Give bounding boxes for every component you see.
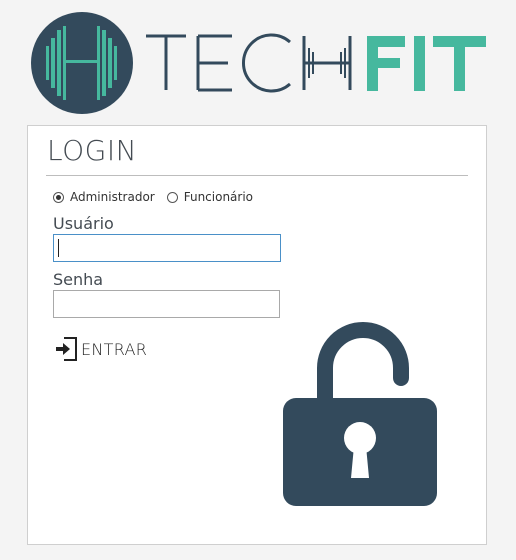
username-label: Usuário — [53, 214, 114, 233]
radio-administrador-indicator[interactable] — [53, 191, 64, 203]
logo-graphic — [31, 12, 486, 114]
password-input[interactable] — [53, 290, 280, 318]
logo-tech-wordmark — [146, 33, 352, 93]
unlocked-padlock-icon — [283, 322, 437, 506]
login-title: LOGIN — [47, 134, 138, 167]
enter-button[interactable]: ENTRAR — [55, 336, 147, 362]
login-card: LOGIN Administrador Funcionário Usuário … — [27, 125, 487, 545]
title-divider — [46, 175, 468, 176]
radio-funcionario-indicator[interactable] — [166, 191, 178, 203]
sign-in-icon — [56, 337, 77, 361]
password-label: Senha — [53, 270, 104, 289]
role-radio-group: Administrador Funcionário — [53, 190, 265, 204]
enter-button-label: ENTRAR — [81, 339, 148, 359]
username-input[interactable] — [53, 234, 281, 262]
logo-fit-wordmark — [367, 36, 486, 91]
radio-funcionario[interactable]: Funcionário — [166, 190, 254, 204]
radio-administrador[interactable]: Administrador — [53, 190, 155, 204]
login-page: LOGIN Administrador Funcionário Usuário … — [0, 0, 516, 560]
techfit-logo — [0, 0, 516, 120]
text-caret — [58, 239, 59, 257]
radio-administrador-label: Administrador — [70, 190, 155, 204]
radio-funcionario-label: Funcionário — [183, 190, 254, 204]
